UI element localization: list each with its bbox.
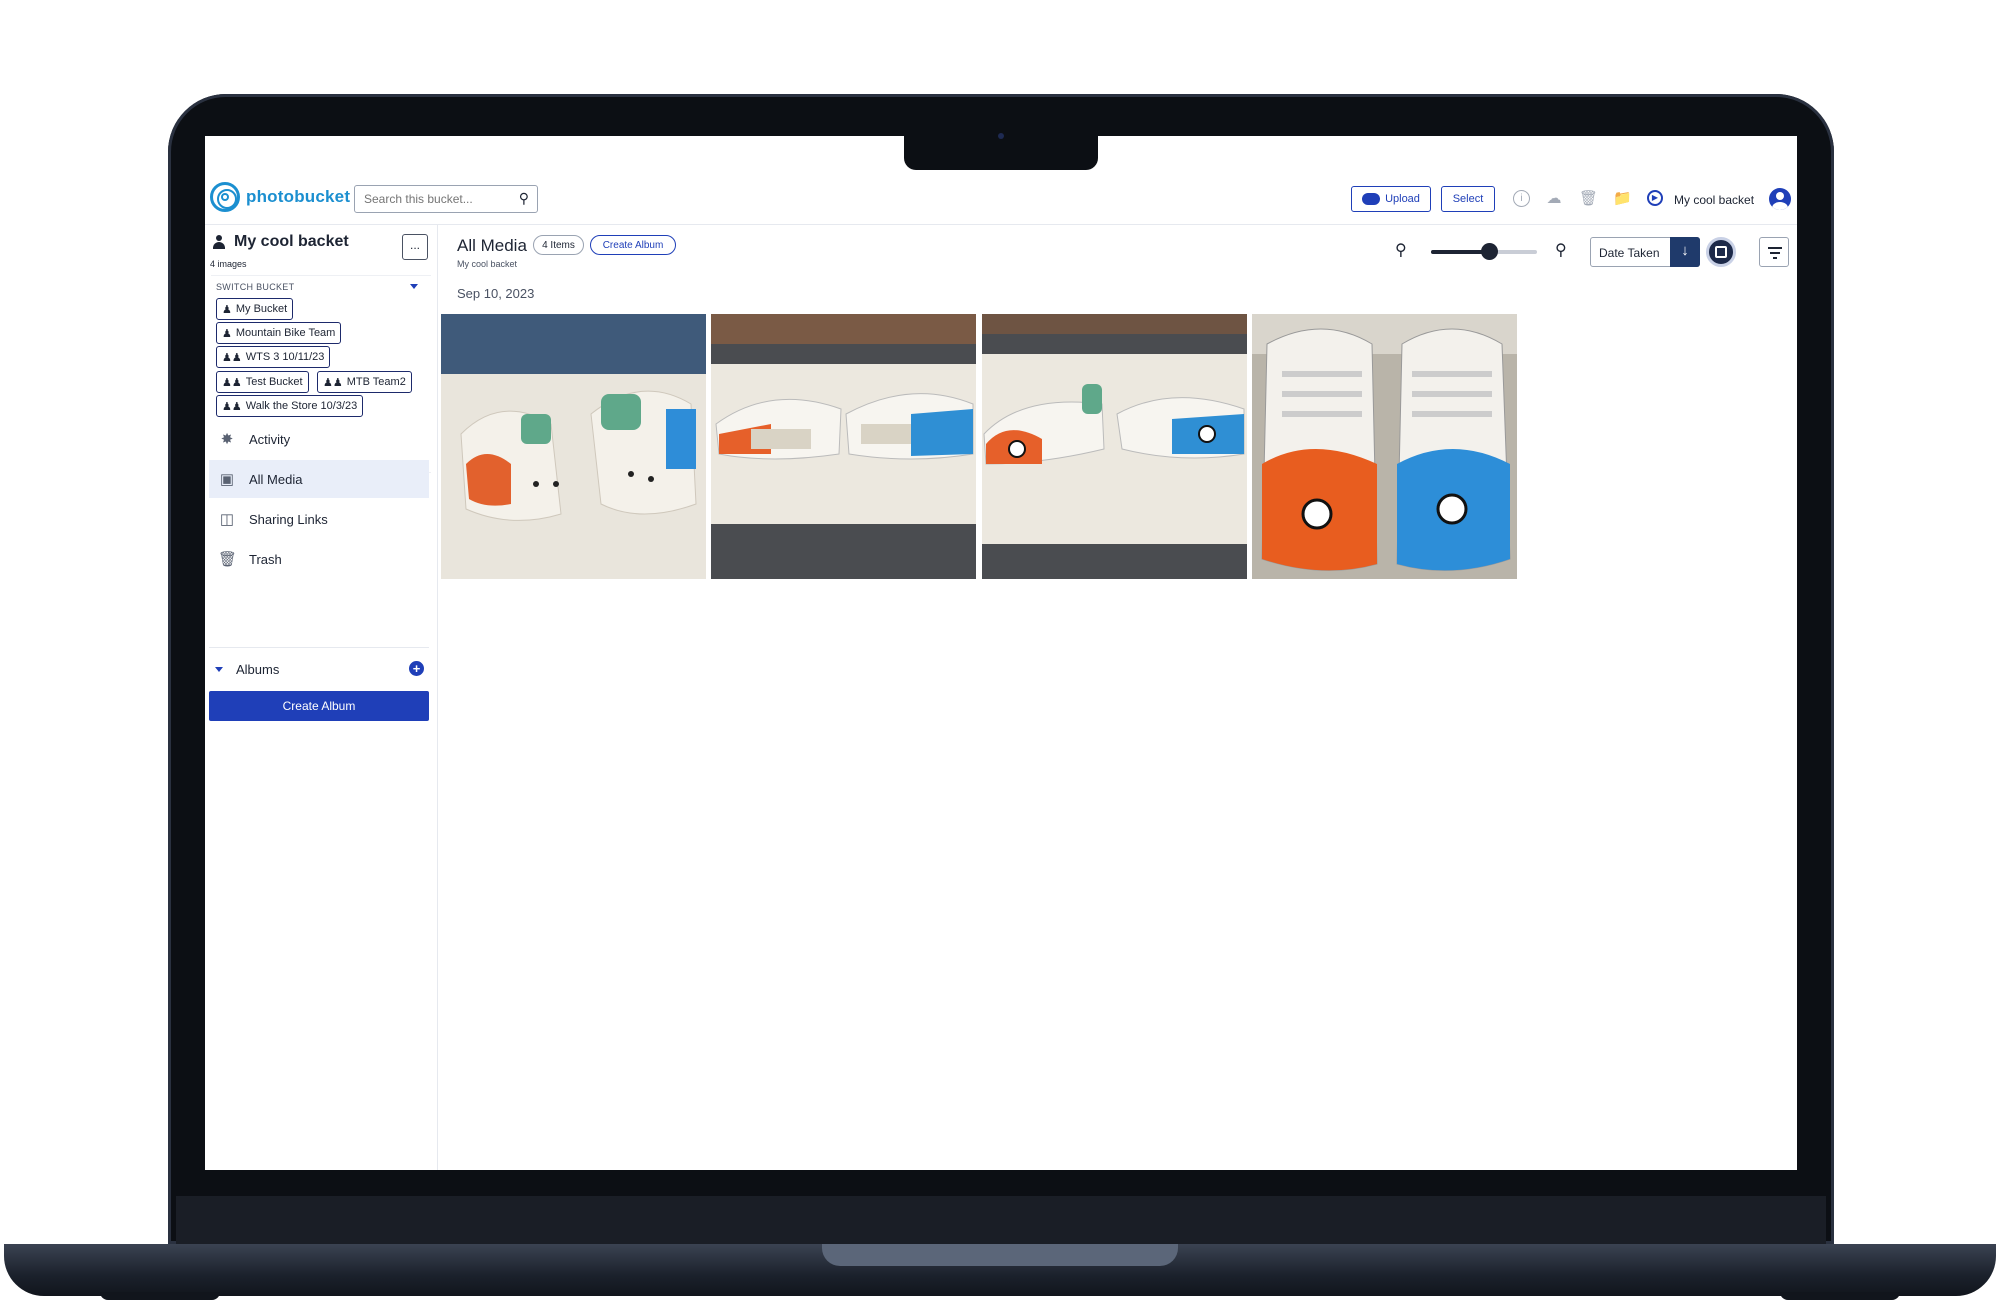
zoom-slider[interactable] [1431,243,1537,260]
select-label: Select [1452,193,1484,205]
divider [209,647,429,648]
photo-thumbnail[interactable] [1252,314,1517,579]
group-icon: ♟♟ [323,376,343,389]
photo-side-view [711,314,976,579]
sort-label: Date Taken [1599,246,1660,260]
add-album-icon[interactable]: + [409,661,424,676]
bucket-title: My cool backet [234,233,349,250]
switch-bucket-label: SWITCH BUCKET [216,282,295,292]
bucket-chip-label: Test Bucket [245,376,303,388]
current-bucket-name[interactable]: My cool backet [1674,193,1754,207]
bucket-chip-label: Walk the Store 10/3/23 [245,400,358,412]
page-title: All Media [457,236,527,255]
bucket-chip-label: MTB Team2 [346,376,406,388]
zoom-in-icon[interactable]: ⚲ [1555,240,1567,260]
sidebar: My cool backet 4 images ... SWITCH BUCKE… [205,225,438,1170]
person-outline-icon: ♟ [222,303,232,316]
nav-trash[interactable]: 🗑 Trash [209,540,429,578]
zoom-out-icon[interactable]: ⚲ [1395,240,1407,260]
filter-icon-line [1770,252,1780,254]
search-input[interactable] [364,192,504,206]
group-icon: ♟♟ [222,400,242,413]
person-icon [212,235,226,249]
fit-view-toggle-icon[interactable] [1706,237,1736,267]
nav-label: All Media [249,471,303,487]
bucket-chip-label: Mountain Bike Team [235,327,336,339]
chevron-down-icon[interactable] [410,284,418,289]
logo-text: photobucket [246,187,351,206]
upload-button[interactable]: Upload [1351,186,1431,212]
laptop-bezel [176,1196,1826,1244]
photo-thumbnail[interactable] [711,314,976,579]
nav-activity[interactable]: ✸ Activity [209,420,429,458]
photo-rear-view [441,314,706,579]
cloud-upload-icon [1362,193,1381,205]
create-album-button[interactable]: Create Album [209,691,429,721]
bucket-chip-mtb-team2[interactable]: ♟♟ MTB Team2 [317,371,412,393]
search-icon[interactable]: ⚲ [519,190,529,207]
logo-mark-icon [210,182,240,212]
item-count-badge: 4 Items [533,235,584,255]
bucket-chip-walk-the-store[interactable]: ♟♟ Walk the Store 10/3/23 [216,395,364,417]
breadcrumb[interactable]: My cool backet [457,259,517,269]
laptop-hinge [822,1244,1178,1266]
delete-icon[interactable]: 🗑 [1579,190,1598,208]
search-box[interactable]: ⚲ [354,185,538,213]
info-icon[interactable]: i [1513,190,1530,207]
photobucket-logo[interactable]: photobucket [210,182,350,212]
sort-direction-arrow-icon[interactable]: ↓ [1670,237,1700,267]
nav-all-media[interactable]: ▣ All Media [209,460,429,498]
slideshow-play-icon[interactable]: ▶ [1647,190,1663,206]
person-outline-icon: ♟ [222,327,232,340]
account-avatar[interactable] [1769,188,1791,210]
activity-icon: ✸ [220,431,234,448]
bucket-chip-wts3[interactable]: ♟♟ WTS 3 10/11/23 [216,346,331,368]
photo-thumbnail[interactable] [982,314,1247,579]
select-button[interactable]: Select [1441,186,1495,212]
share-icon: ◫ [219,511,235,528]
nav-label: Trash [249,551,282,567]
camera-icon [998,133,1004,139]
nav-label: Activity [249,431,291,447]
chevron-down-icon[interactable] [215,667,223,672]
photo-front-view [1252,314,1517,579]
albums-label: Albums [236,662,280,677]
laptop-foot-left [100,1292,220,1300]
filter-button[interactable] [1759,237,1789,267]
cloud-download-icon[interactable]: ☁ [1545,190,1563,208]
date-group-label: Sep 10, 2023 [457,286,535,301]
bucket-chip-label: My Bucket [235,303,288,315]
nav-label: Sharing Links [249,511,328,527]
group-icon: ♟♟ [222,376,242,389]
filter-icon [1768,247,1782,249]
bucket-chip-mountain-bike-team[interactable]: ♟ Mountain Bike Team [216,322,342,344]
albums-section-header[interactable]: Albums + [213,659,427,681]
laptop-foot-right [1780,1292,1900,1300]
app-screen: photobucket ⚲ Upload Select i ☁ 🗑 📁 ▶ My… [205,136,1797,1170]
zoom-slider-thumb[interactable] [1481,243,1499,260]
photo-side-view-toes [982,314,1247,579]
top-bar: photobucket ⚲ Upload Select i ☁ 🗑 📁 ▶ My… [205,180,1797,225]
filter-icon-line [1773,257,1777,259]
bucket-chip-test-bucket[interactable]: ♟♟ Test Bucket [216,371,309,393]
nav-sharing-links[interactable]: ◫ Sharing Links [209,500,429,538]
create-album-pill-button[interactable]: Create Album [590,235,676,255]
bucket-more-button[interactable]: ... [402,234,428,260]
bucket-header: My cool backet [212,233,349,251]
sort-dropdown[interactable]: Date Taken ↓ [1590,237,1700,267]
media-icon: ▣ [219,471,235,488]
bucket-chip-my-bucket[interactable]: ♟ My Bucket [216,298,294,320]
bucket-chip-label: WTS 3 10/11/23 [245,351,325,363]
camera-notch [904,136,1098,170]
trash-icon: 🗑 [218,551,238,568]
image-count: 4 images [210,259,247,269]
upload-label: Upload [1385,193,1420,205]
photo-thumbnail[interactable] [441,314,706,579]
group-icon: ♟♟ [222,351,242,364]
move-to-folder-icon[interactable]: 📁 [1613,190,1632,208]
